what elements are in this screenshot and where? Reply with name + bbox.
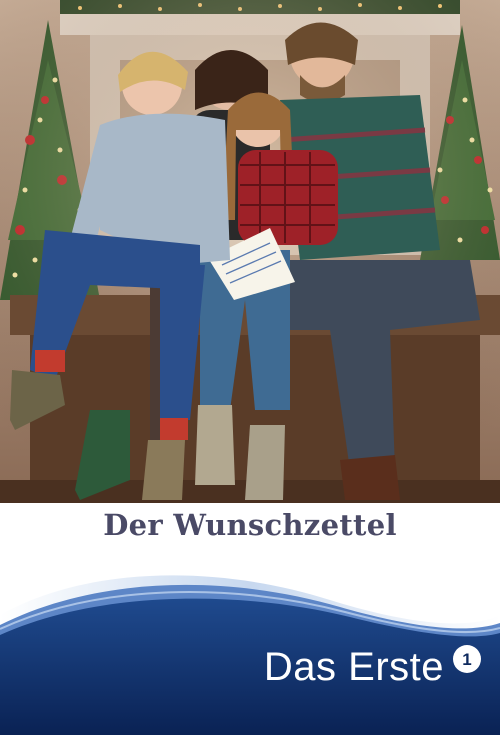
family-photo (0, 0, 500, 503)
channel-brand: Das Erste 1 (263, 644, 482, 690)
movie-title: Der Wunschzettel (103, 508, 397, 542)
movie-poster: Der Wunschzettel Das Erste 1 (0, 0, 500, 735)
channel-name: Das Erste (263, 645, 444, 689)
ard-one-logo-icon: 1 (453, 644, 481, 673)
ard-one-logo-label: 1 (462, 650, 471, 669)
channel-wave-band (0, 545, 500, 735)
